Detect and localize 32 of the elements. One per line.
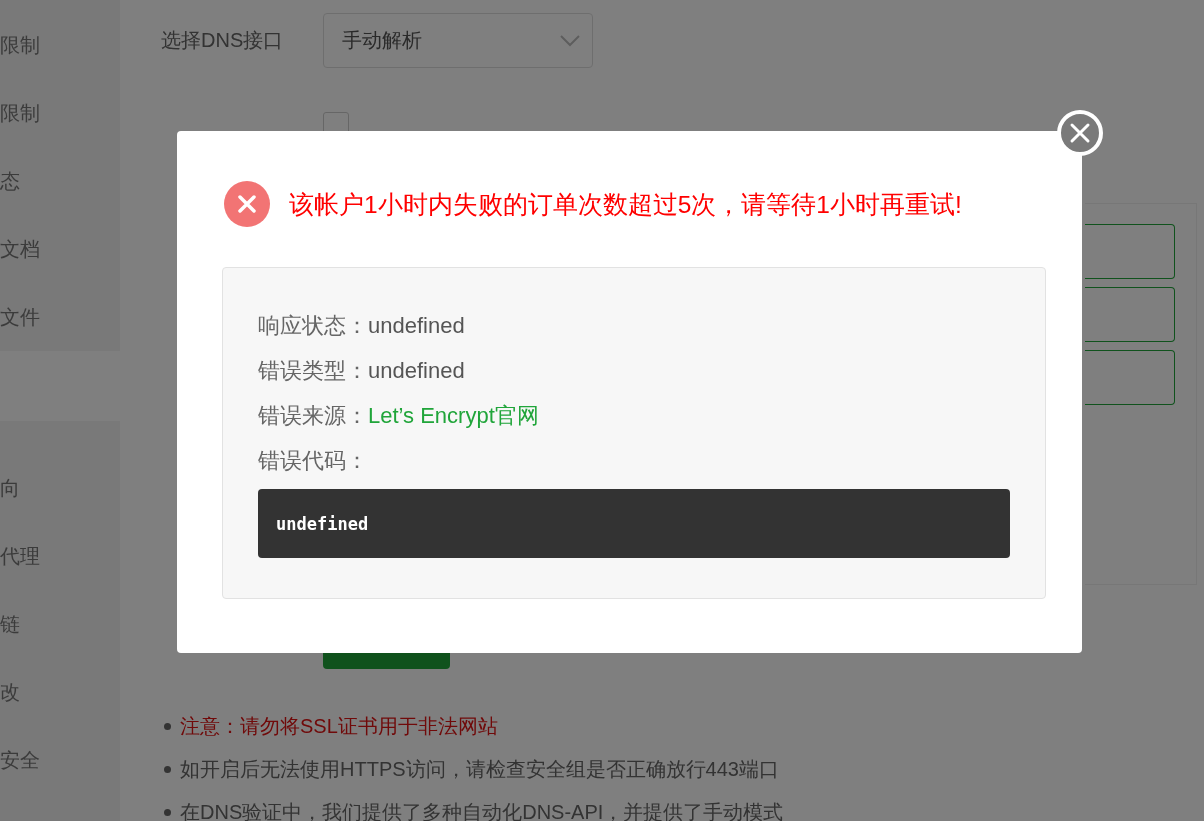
error-icon — [224, 181, 270, 227]
input-field[interactable] — [1085, 287, 1175, 342]
detail-label: 错误类型： — [258, 356, 368, 385]
close-icon — [1069, 122, 1091, 144]
input-field[interactable] — [1085, 350, 1175, 405]
dns-label: 选择DNS接口 — [161, 28, 285, 53]
sidebar-item[interactable]: 文档 — [0, 215, 120, 283]
note-text: 如开启后无法使用HTTPS访问，请检查安全组是否正确放行443端口 — [180, 757, 779, 782]
sidebar-item[interactable]: 安全 — [0, 726, 120, 794]
bullet-icon — [164, 809, 171, 816]
sidebar-item[interactable]: 向 — [0, 454, 120, 522]
input-field[interactable] — [1085, 224, 1175, 279]
detail-value: undefined — [368, 312, 465, 339]
note-text: 注意：请勿将SSL证书用于非法网站 — [180, 714, 498, 739]
sidebar-item[interactable]: 链 — [0, 590, 120, 658]
error-message: 该帐户1小时内失败的订单次数超过5次，请等待1小时再重试! — [289, 189, 962, 220]
bullet-icon — [164, 766, 171, 773]
sidebar-item[interactable]: 限制 — [0, 79, 120, 147]
detail-label: 响应状态： — [258, 311, 368, 340]
sidebar-item[interactable]: 代理 — [0, 522, 120, 590]
sidebar-item[interactable]: 文件 — [0, 283, 120, 351]
detail-value: undefined — [368, 357, 465, 384]
bullet-icon — [164, 723, 171, 730]
detail-label: 错误来源： — [258, 401, 368, 430]
sidebar-item[interactable]: 限制 — [0, 11, 120, 79]
detail-label: 错误代码： — [258, 446, 368, 475]
code-block: undefined — [258, 489, 1010, 558]
sidebar-item[interactable]: 改 — [0, 658, 120, 726]
source-link[interactable]: Let’s Encrypt官网 — [368, 400, 539, 431]
chevron-down-icon — [560, 34, 580, 47]
dns-select[interactable]: 手动解析 — [323, 13, 593, 68]
sidebar-item[interactable]: 态 — [0, 147, 120, 215]
